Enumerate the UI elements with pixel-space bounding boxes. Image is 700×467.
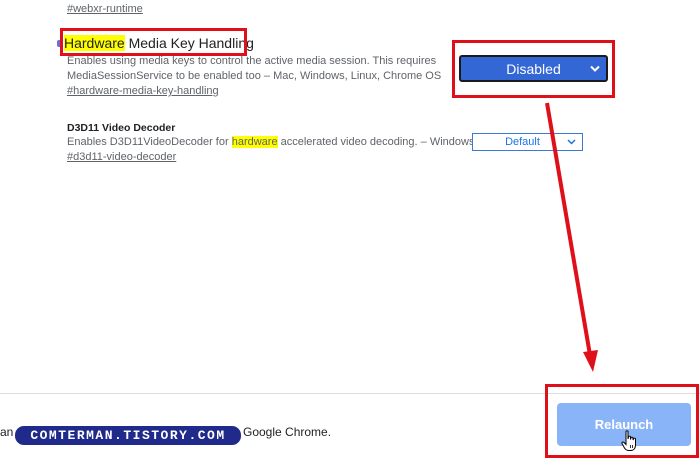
watermark-logo: COMTERMAN.TISTORY.COM	[15, 426, 241, 445]
d3d11-video-decoder-select[interactable]: Default	[472, 133, 583, 151]
webxr-runtime-link[interactable]: #webxr-runtime	[67, 3, 143, 15]
desc-highlight: hardware	[231, 136, 278, 148]
hardware-media-key-handling-link[interactable]: #hardware-media-key-handling	[67, 85, 219, 97]
annotation-box-select	[452, 40, 615, 98]
relaunch-message-left: an	[0, 425, 14, 439]
flag-description-d3d11: Enables D3D11VideoDecoder for hardware a…	[67, 134, 474, 150]
desc-after: accelerated video decoding. – Windows	[277, 136, 475, 148]
flag-title-d3d11-video-decoder: D3D11 Video Decoder	[67, 122, 176, 134]
annotation-box-flag-title	[60, 28, 247, 56]
flag-description-line2: MediaSessionService to be enabled too – …	[67, 70, 442, 82]
annotation-box-relaunch	[545, 384, 699, 458]
relaunch-message-right: Google Chrome.	[243, 425, 332, 439]
desc-before: Enables D3D11VideoDecoder for	[67, 136, 232, 148]
select-value: Default	[505, 136, 540, 148]
d3d11-video-decoder-link[interactable]: #d3d11-video-decoder	[67, 151, 176, 163]
chevron-down-icon	[567, 139, 576, 145]
